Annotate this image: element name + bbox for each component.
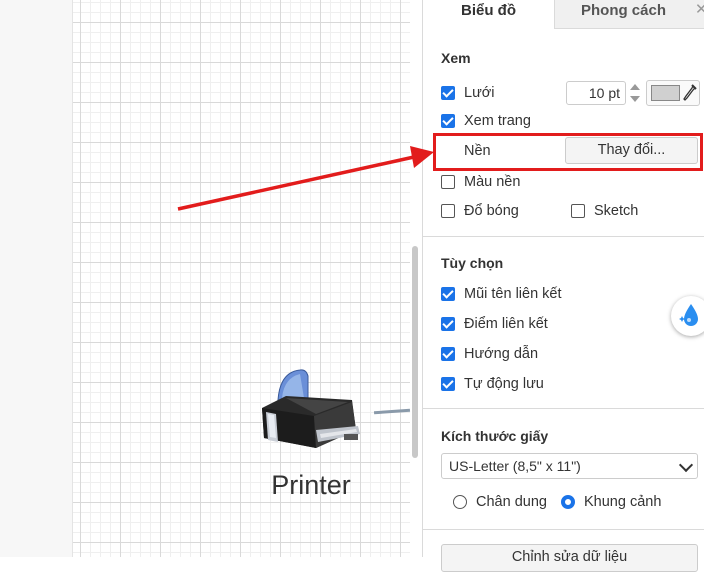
annotation-highlight-box xyxy=(433,133,703,171)
annotation-arrow xyxy=(177,146,434,211)
